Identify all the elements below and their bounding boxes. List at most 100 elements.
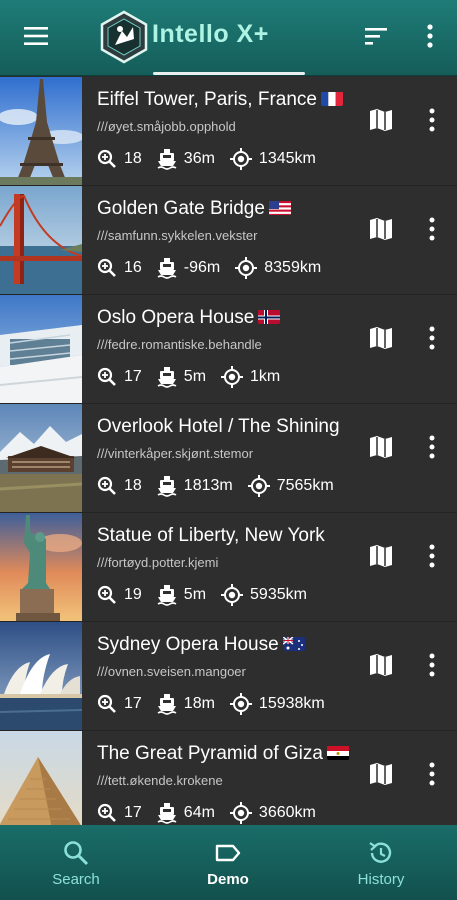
place-thumbnail xyxy=(0,513,82,621)
gps-target-icon xyxy=(229,693,252,715)
zoom-icon xyxy=(97,476,116,495)
zoom-value: 17 xyxy=(124,368,142,385)
elevation-value: 18m xyxy=(183,695,215,712)
place-stats: 17 5m 1km xyxy=(97,365,280,389)
what3words-address: ///vinterkåper.skjønt.stemor xyxy=(97,446,254,461)
more-vert-icon[interactable] xyxy=(418,20,442,52)
distance-value: 15938km xyxy=(258,695,325,712)
list-item[interactable]: Statue of Liberty, New York ///fortøyd.p… xyxy=(0,513,457,622)
zoom-icon xyxy=(97,258,116,277)
boat-icon xyxy=(157,694,177,715)
flag-australia-icon xyxy=(282,636,305,651)
list-item[interactable]: Oslo Opera House ///fedre.romantiske.beh… xyxy=(0,295,457,404)
list-item[interactable]: Eiffel Tower, Paris, France ///øyet.småj… xyxy=(0,77,457,186)
distance-value: 8359km xyxy=(264,259,322,276)
place-name: Oslo Opera House xyxy=(97,307,255,328)
place-stats: 19 5m 5935km xyxy=(97,583,307,607)
place-name: Statue of Liberty, New York xyxy=(97,525,325,546)
flag-usa-icon xyxy=(268,200,291,215)
list-item[interactable]: Overlook Hotel / The Shining ///vinterkå… xyxy=(0,404,457,513)
nav-tab-search[interactable]: Search xyxy=(0,825,152,900)
zoom-icon xyxy=(97,367,116,386)
place-stats: 16 -96m 8359km xyxy=(97,256,321,280)
place-stats: 18 1813m 7565km xyxy=(97,474,334,498)
place-stats: 18 36m 1345km xyxy=(97,147,316,171)
zoom-value: 17 xyxy=(124,804,142,821)
elevation-value: 1813m xyxy=(183,477,233,494)
list-item[interactable]: The Great Pyramid of Giza ///tett.økende… xyxy=(0,731,457,825)
bottom-navigation: Search Demo History xyxy=(0,825,457,900)
flag-norway-icon xyxy=(258,309,281,324)
nav-tab-history[interactable]: History xyxy=(305,825,457,900)
more-vert-icon[interactable] xyxy=(420,215,444,243)
label-tag-icon xyxy=(215,844,241,862)
place-thumbnail xyxy=(0,77,82,185)
flag-egypt-icon xyxy=(326,745,349,760)
menu-icon[interactable] xyxy=(22,22,50,50)
list-item[interactable]: Golden Gate Bridge ///samfunn.sykkelen.v… xyxy=(0,186,457,295)
zoom-value: 18 xyxy=(124,150,142,167)
boat-icon xyxy=(157,149,177,170)
what3words-address: ///fedre.romantiske.behandle xyxy=(97,337,262,352)
zoom-icon xyxy=(97,585,116,604)
tab-indicator xyxy=(153,72,305,75)
elevation-value: 36m xyxy=(183,150,215,167)
map-icon[interactable] xyxy=(367,542,395,570)
gps-target-icon xyxy=(221,366,244,388)
history-icon xyxy=(369,842,392,863)
more-vert-icon[interactable] xyxy=(420,651,444,679)
zoom-value: 18 xyxy=(124,477,142,494)
map-icon[interactable] xyxy=(367,433,395,461)
boat-icon xyxy=(157,367,177,388)
app-bar: Intello X+ xyxy=(0,0,457,76)
place-name: Golden Gate Bridge xyxy=(97,198,265,219)
elevation-value: 5m xyxy=(183,586,207,603)
place-thumbnail xyxy=(0,731,82,825)
place-name: Overlook Hotel / The Shining xyxy=(97,416,340,437)
place-thumbnail xyxy=(0,404,82,512)
more-vert-icon[interactable] xyxy=(420,760,444,788)
map-icon[interactable] xyxy=(367,215,395,243)
zoom-icon xyxy=(97,149,116,168)
place-name: The Great Pyramid of Giza xyxy=(97,743,323,764)
map-icon[interactable] xyxy=(367,760,395,788)
distance-value: 1km xyxy=(250,368,281,385)
place-name: Sydney Opera House xyxy=(97,634,279,655)
elevation-value: 64m xyxy=(183,804,215,821)
boat-icon xyxy=(157,258,177,279)
boat-icon xyxy=(157,803,177,824)
nav-label-history: History xyxy=(357,871,405,888)
more-vert-icon[interactable] xyxy=(420,433,444,461)
what3words-address: ///fortøyd.potter.kjemi xyxy=(97,555,219,570)
gps-target-icon xyxy=(221,584,244,606)
elevation-value: 5m xyxy=(183,368,207,385)
gps-target-icon xyxy=(235,257,258,279)
sort-icon[interactable] xyxy=(362,22,390,50)
place-stats: 17 18m 15938km xyxy=(97,692,325,716)
zoom-icon xyxy=(97,803,116,822)
nav-tab-demo[interactable]: Demo xyxy=(152,825,304,900)
zoom-value: 17 xyxy=(124,695,142,712)
what3words-address: ///samfunn.sykkelen.vekster xyxy=(97,228,258,243)
flag-france-icon xyxy=(321,91,344,106)
map-icon[interactable] xyxy=(367,324,395,352)
place-thumbnail xyxy=(0,186,82,294)
place-name: Eiffel Tower, Paris, France xyxy=(97,89,318,110)
what3words-address: ///ovnen.sveisen.mangoer xyxy=(97,664,246,679)
map-icon[interactable] xyxy=(367,651,395,679)
more-vert-icon[interactable] xyxy=(420,542,444,570)
nav-label-demo: Demo xyxy=(207,871,249,888)
elevation-value: -96m xyxy=(183,259,221,276)
more-vert-icon[interactable] xyxy=(420,324,444,352)
nav-label-search: Search xyxy=(52,871,100,888)
boat-icon xyxy=(157,585,177,606)
list-item[interactable]: Sydney Opera House ///ovnen.sveisen.mang… xyxy=(0,622,457,731)
zoom-value: 19 xyxy=(124,586,142,603)
gps-target-icon xyxy=(229,148,252,170)
app-title: Intello X+ xyxy=(152,20,269,48)
place-thumbnail xyxy=(0,295,82,403)
more-vert-icon[interactable] xyxy=(420,106,444,134)
distance-value: 5935km xyxy=(250,586,307,603)
map-icon[interactable] xyxy=(367,106,395,134)
distance-value: 3660km xyxy=(258,804,316,821)
